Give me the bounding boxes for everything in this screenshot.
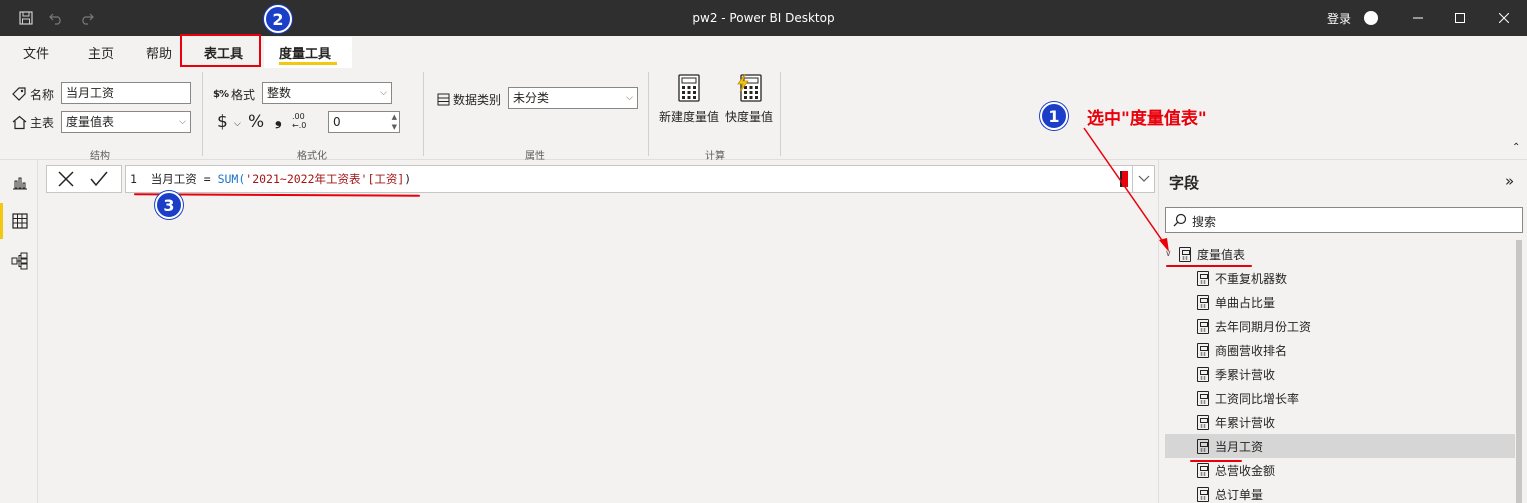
list-item-selected[interactable]: 当月工资	[1165, 434, 1515, 458]
data-category-dropdown[interactable]: 未分类 ⌵	[508, 87, 638, 109]
list-item[interactable]: 单曲占比量	[1165, 290, 1515, 314]
decrease-decimal-icon[interactable]: .00 ←.0	[292, 112, 306, 130]
group-separator	[202, 72, 203, 156]
annotation-step-1: 1	[1040, 102, 1068, 130]
cancel-formula-button[interactable]	[57, 170, 75, 191]
annotation-underline-table	[1166, 265, 1252, 267]
new-measure-button[interactable]: 新建度量值	[656, 74, 722, 125]
close-icon	[58, 171, 74, 187]
calculator-icon	[678, 74, 700, 102]
name-input[interactable]: 当月工资	[61, 82, 191, 104]
model-view-icon[interactable]	[11, 252, 29, 270]
title-bar: pw2 - Power BI Desktop 登录	[0, 0, 1527, 36]
measure-icon	[1197, 342, 1209, 358]
expand-chevron-icon[interactable]: ∨	[1165, 249, 1179, 259]
currency-button[interactable]: $	[217, 112, 228, 132]
fields-pane-title: 字段	[1169, 174, 1200, 192]
measure-icon	[1197, 390, 1209, 406]
structure-group-label: 结构	[90, 151, 110, 162]
data-view-icon[interactable]	[11, 212, 29, 230]
list-item[interactable]: 不重复机器数	[1165, 266, 1515, 290]
chevron-down-icon: ⌵	[380, 88, 387, 98]
annotation-box-table-tools	[180, 34, 261, 67]
checkmark-icon	[90, 171, 108, 187]
active-tab-indicator	[279, 62, 337, 65]
data-category-icon	[437, 93, 450, 106]
list-item[interactable]: 总订单量	[1165, 482, 1515, 503]
window-title: pw2 - Power BI Desktop	[692, 11, 835, 25]
list-item[interactable]: 年累计营收	[1165, 410, 1515, 434]
login-link[interactable]: 登录	[1327, 10, 1351, 27]
commit-formula-button[interactable]	[89, 170, 109, 191]
properties-group-label: 属性	[525, 151, 545, 162]
collapse-pane-icon[interactable]: »	[1505, 172, 1514, 190]
currency-dropdown-chevron[interactable]: ⌵	[234, 119, 241, 129]
measure-icon	[1197, 486, 1209, 502]
active-view-indicator	[0, 203, 3, 239]
cursor-marker	[1120, 171, 1128, 187]
list-item[interactable]: 去年同期月份工资	[1165, 314, 1515, 338]
minimize-button[interactable]	[1395, 0, 1441, 36]
chevron-down-icon: ⌵	[626, 93, 633, 103]
fields-pane: 字段 » 搜索 ∨ 度量值表 不重复机器数 单曲占比量 去年同期月份工资 商圈营…	[1158, 160, 1527, 503]
table-calculator-icon	[1179, 246, 1191, 262]
tab-help[interactable]: 帮助	[146, 43, 172, 62]
formatting-group-label: 格式化	[297, 151, 327, 162]
fields-search-input[interactable]: 搜索	[1165, 207, 1523, 233]
tab-file[interactable]: 文件	[23, 43, 49, 62]
decimal-places-input[interactable]: 0 ▲ ▼	[328, 111, 400, 133]
formula-commit-controls	[46, 165, 122, 193]
measure-icon	[1197, 366, 1209, 382]
undo-icon[interactable]	[46, 8, 66, 28]
home-table-dropdown[interactable]: 度量值表 ⌵	[61, 111, 191, 133]
quick-calculator-icon	[737, 74, 762, 102]
measure-icon	[1197, 318, 1209, 334]
name-label: 名称	[12, 86, 54, 103]
measure-icon	[1197, 270, 1209, 286]
format-icon: $%	[213, 89, 229, 100]
list-item[interactable]: 季累计营收	[1165, 362, 1515, 386]
chevron-down-icon: ⌵	[179, 117, 186, 127]
ribbon: 名称 当月工资 主表 度量值表 ⌵ 结构 $% 格式 整数 ⌵ $ ⌵ % ❟ …	[0, 68, 1527, 162]
collapse-ribbon-icon[interactable]: ⌃	[1512, 142, 1520, 153]
maximize-button[interactable]	[1437, 0, 1483, 36]
formula-text: 1 当月工资 = SUM('2021~2022年工资表'[工资])	[130, 172, 412, 186]
group-separator	[423, 72, 424, 156]
save-icon[interactable]	[16, 8, 36, 28]
group-separator	[780, 72, 781, 156]
measure-icon	[1197, 438, 1209, 454]
tag-icon	[12, 87, 26, 101]
close-button[interactable]	[1481, 0, 1527, 36]
percent-button[interactable]: %	[248, 112, 264, 132]
report-view-icon[interactable]	[11, 173, 29, 191]
measure-icon	[1197, 462, 1209, 478]
annotation-underline-selected	[1190, 460, 1242, 462]
list-item[interactable]: 商圈营收排名	[1165, 338, 1515, 362]
account-avatar[interactable]	[1364, 11, 1378, 25]
data-category-label: 数据类别	[437, 91, 501, 108]
annotation-step-3: 3	[155, 191, 183, 219]
format-dropdown[interactable]: 整数 ⌵	[262, 82, 392, 104]
measure-icon	[1197, 414, 1209, 430]
search-icon	[1173, 213, 1187, 227]
measure-icon	[1197, 294, 1209, 310]
annotation-step-2: 2	[264, 5, 292, 33]
tab-home[interactable]: 主页	[88, 43, 114, 62]
spin-arrows-icon[interactable]: ▲ ▼	[392, 112, 397, 132]
calculations-group-label: 计算	[705, 151, 725, 162]
home-table-label: 主表	[12, 114, 54, 131]
tab-measure-tools[interactable]: 度量工具	[279, 43, 331, 62]
home-icon	[12, 115, 27, 130]
redo-icon[interactable]	[77, 8, 97, 28]
list-item[interactable]: 工资同比增长率	[1165, 386, 1515, 410]
quick-measure-button[interactable]: 快度量值	[716, 74, 782, 125]
group-separator	[648, 72, 649, 156]
formula-input[interactable]: 1 当月工资 = SUM('2021~2022年工资表'[工资])	[125, 165, 1155, 193]
table-node-measures[interactable]: ∨ 度量值表	[1165, 242, 1515, 266]
comma-button[interactable]: ❟	[275, 110, 282, 130]
expand-formula-icon[interactable]	[1132, 166, 1154, 192]
annotation-note-select-table: 选中"度量值表"	[1087, 109, 1207, 129]
format-label: $% 格式	[213, 88, 255, 102]
fields-scrollbar[interactable]	[1516, 240, 1522, 503]
